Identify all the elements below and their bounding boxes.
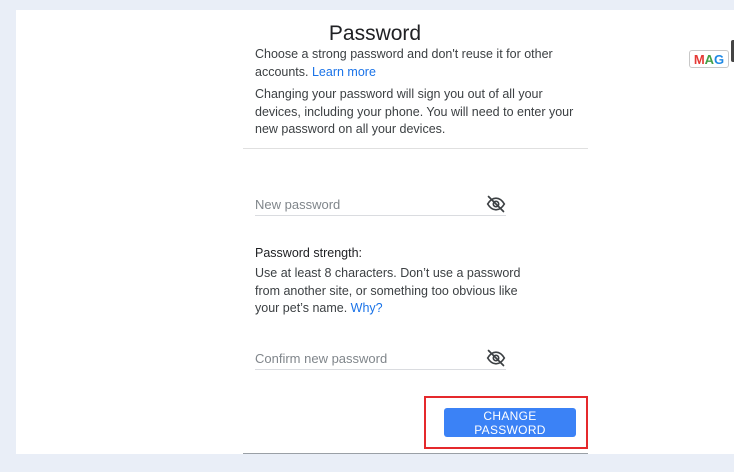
confirm-password-field[interactable] (255, 347, 506, 370)
strength-description: Use at least 8 characters. Don’t use a p… (255, 266, 521, 315)
change-password-button[interactable]: CHANGE PASSWORD (444, 408, 576, 437)
learn-more-link[interactable]: Learn more (312, 65, 376, 79)
intro-text: Choose a strong password and don't reuse… (255, 46, 575, 81)
eye-off-icon[interactable] (486, 348, 506, 368)
bottom-divider (243, 453, 588, 454)
why-link[interactable]: Why? (351, 301, 383, 315)
mag-logo: MAG (689, 50, 729, 68)
new-password-field[interactable] (255, 193, 506, 216)
page-title: Password (328, 22, 422, 45)
new-password-input[interactable] (255, 193, 470, 215)
confirm-password-input[interactable] (255, 347, 470, 369)
password-strength-text: Use at least 8 characters. Don’t use a p… (255, 265, 525, 318)
intro-description: Choose a strong password and don't reuse… (255, 47, 553, 79)
divider (243, 148, 588, 149)
signout-warning: Changing your password will sign you out… (255, 87, 574, 136)
eye-off-icon[interactable] (486, 194, 506, 214)
password-panel: Password Choose a strong password and do… (16, 10, 734, 454)
password-strength-label: Password strength: (255, 246, 362, 260)
